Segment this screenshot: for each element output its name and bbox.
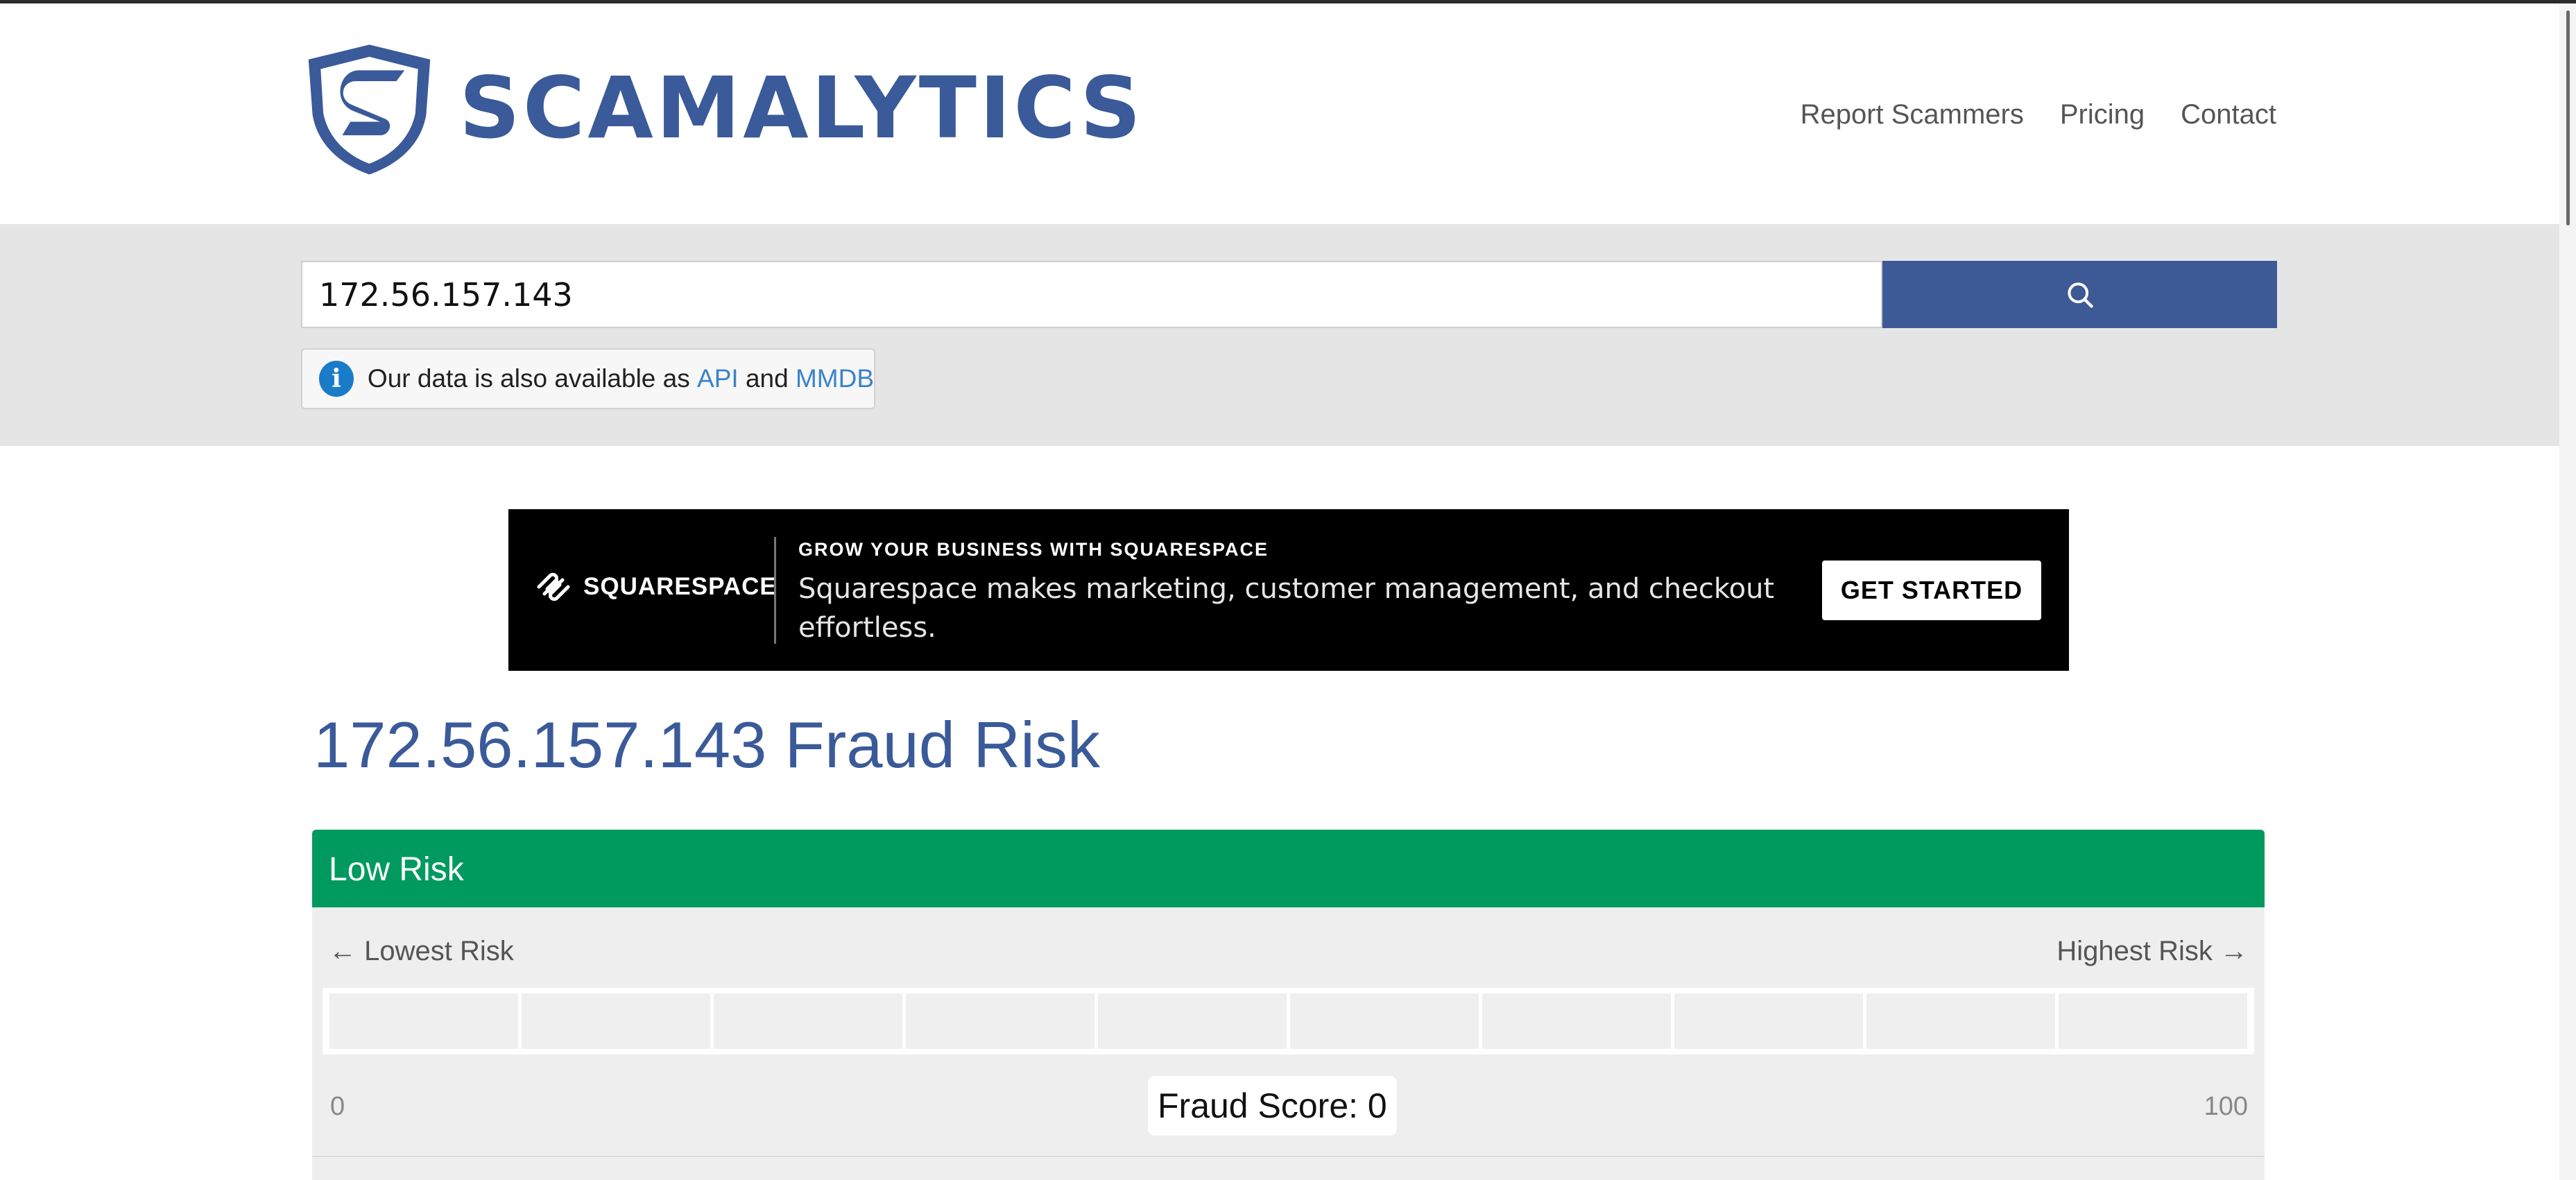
- gauge-segment: [906, 993, 1094, 1049]
- squarespace-logo-icon: [537, 572, 570, 601]
- logo-wordmark: SCAMALYTICS: [459, 59, 1144, 157]
- nav-pricing[interactable]: Pricing: [2060, 99, 2145, 130]
- gauge-segment: [714, 993, 902, 1049]
- scale-lowest-label: ← Lowest Risk: [329, 936, 514, 966]
- shield-logo-icon: [308, 44, 431, 175]
- search-icon: [2067, 282, 2093, 308]
- nav-contact[interactable]: Contact: [2181, 99, 2276, 130]
- ad-eyebrow: GROW YOUR BUSINESS WITH SQUARESPACE: [798, 539, 1269, 560]
- gauge-segment: [329, 993, 518, 1049]
- gauge-segment: [1290, 993, 1479, 1049]
- mmdb-link[interactable]: MMDB: [796, 364, 874, 393]
- search-button[interactable]: [1882, 261, 2277, 328]
- api-link[interactable]: API: [697, 364, 739, 393]
- ad-brand-name: SQUARESPACE: [583, 573, 777, 600]
- fraud-score-badge: Fraud Score: 0: [1148, 1076, 1397, 1136]
- gauge-segment: [2059, 993, 2247, 1049]
- nav-report-scammers[interactable]: Report Scammers: [1801, 99, 2024, 130]
- page-title: 172.56.157.143 Fraud Risk: [314, 708, 1100, 781]
- gauge-segment: [1098, 993, 1287, 1049]
- gauge-segment: [522, 993, 710, 1049]
- info-text: Our data is also available as: [367, 364, 690, 393]
- ad-body-text: Squarespace makes marketing, customer ma…: [798, 573, 1775, 644]
- score-max-label: 100: [2204, 1092, 2248, 1121]
- gauge-segment: [1674, 993, 1863, 1049]
- api-info-notice: i Our data is also available as API and …: [301, 348, 875, 409]
- site-logo[interactable]: SCAMALYTICS: [302, 40, 1144, 177]
- gauge-segment: [1866, 993, 2055, 1049]
- risk-gauge: [323, 988, 2254, 1054]
- scrollbar-thumb[interactable]: [2566, 10, 2570, 225]
- card-divider: [312, 1156, 2265, 1157]
- ad-brand: SQUARESPACE: [535, 572, 777, 602]
- ad-get-started-button[interactable]: GET STARTED: [1822, 561, 2041, 620]
- info-text-and: and: [745, 364, 789, 393]
- scale-highest-label: Highest Risk →: [2056, 936, 2248, 966]
- ad-divider: [774, 537, 776, 644]
- page-scrollbar[interactable]: [2559, 3, 2576, 1180]
- gauge-segment: [1482, 993, 1671, 1049]
- risk-level-banner: Low Risk: [312, 830, 2265, 907]
- score-min-label: 0: [330, 1092, 345, 1121]
- main-nav: Report Scammers Pricing Contact: [1801, 99, 2276, 130]
- info-icon: i: [319, 361, 354, 397]
- risk-level-label: Low Risk: [329, 851, 464, 888]
- squarespace-ad-banner[interactable]: SQUARESPACE GROW YOUR BUSINESS WITH SQUA…: [508, 509, 2069, 671]
- ip-search-input[interactable]: [301, 261, 1882, 328]
- search-section: i Our data is also available as API and …: [0, 224, 2559, 446]
- fraud-risk-card: Low Risk ← Lowest Risk Highest Risk → 0 …: [312, 830, 2265, 1180]
- site-header: SCAMALYTICS Report Scammers Pricing Cont…: [0, 3, 2559, 224]
